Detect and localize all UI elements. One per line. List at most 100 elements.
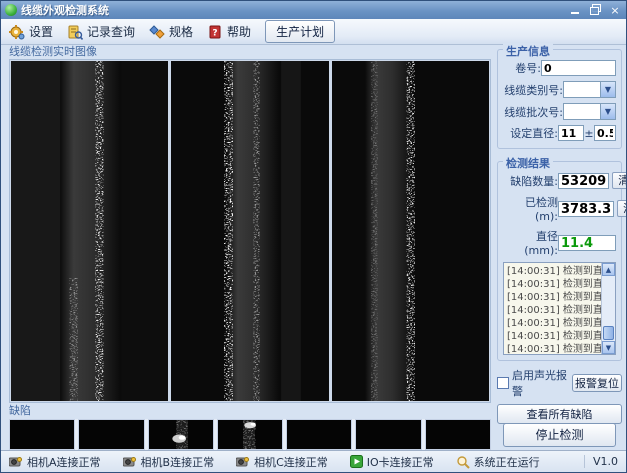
app-icon (5, 4, 17, 16)
log-scrollbar[interactable]: ▲ ▼ (601, 263, 615, 354)
log-entry: [14:00:31] 检测到直径不合格 (507, 330, 599, 343)
defect-count-value: 53209 (558, 173, 609, 189)
help-label: 帮助 (227, 23, 251, 40)
view-all-defects-button[interactable]: 查看所有缺陷 (497, 404, 622, 424)
live-image-label: 线缆检测实时图像 (9, 46, 491, 59)
detection-log[interactable]: [14:00:31] 检测到直径不合格 [14:00:31] 检测到直径不合格 … (503, 262, 616, 355)
defect-thumbnail[interactable] (78, 419, 144, 450)
camera-a-status-text: 相机A连接正常 (27, 454, 101, 470)
camera-b-status: 相机B连接正常 (123, 454, 215, 470)
defect-thumbnail[interactable] (286, 419, 352, 450)
log-entry: [14:00:31] 检测到直径不合格 (507, 278, 599, 291)
alarm-controls-row: 启用声光报警 报警复位 (497, 367, 622, 399)
defect-thumbnail[interactable] (425, 419, 491, 450)
production-info-group: 生产信息 卷号: 线缆类别号: ▼ 线缆批次号: ▼ (497, 49, 622, 149)
system-running-status-text: 系统正在运行 (474, 454, 540, 470)
set-diameter-input[interactable] (558, 125, 584, 141)
cable-batch-select[interactable]: ▼ (563, 103, 616, 120)
camera-c-status: 相机C连接正常 (236, 454, 328, 470)
settings-icon (9, 24, 25, 40)
log-entry: [14:00:31] 检测到直径不合格 (507, 317, 599, 330)
tolerance-input[interactable] (594, 125, 616, 141)
camera-view-a (11, 61, 168, 401)
clear-defect-count-button[interactable]: 清零 (612, 172, 627, 189)
defect-thumbnail[interactable] (355, 419, 421, 450)
alarm-checkbox[interactable] (497, 377, 509, 389)
version-text: V1.0 (584, 455, 618, 468)
defect-count-label: 缺陷数量: (503, 173, 558, 189)
detection-result-title: 检测结果 (503, 155, 553, 171)
detection-result-group: 检测结果 缺陷数量: 53209 清零 已检测(m): 3783.3 清零 直径… (497, 161, 622, 361)
side-panel: 生产信息 卷号: 线缆类别号: ▼ 线缆批次号: ▼ (497, 46, 622, 449)
defect-thumbnail[interactable] (148, 419, 214, 450)
search-icon (456, 455, 470, 469)
detected-length-value: 3783.3 (558, 201, 614, 217)
title-bar: 线缆外观检测系统 × (1, 1, 626, 19)
cable-category-value (564, 82, 600, 97)
defect-thumbnails (9, 419, 491, 450)
chevron-down-icon[interactable]: ▼ (600, 104, 615, 119)
settings-label: 设置 (29, 23, 53, 40)
alarm-reset-button[interactable]: 报警复位 (572, 374, 622, 392)
client-area: 线缆检测实时图像 (1, 46, 626, 449)
camera-a-status: 相机A连接正常 (9, 454, 101, 470)
spec-icon (149, 24, 165, 40)
help-button[interactable]: ? 帮助 (207, 23, 251, 40)
record-query-button[interactable]: 记录查询 (67, 23, 135, 40)
set-diameter-label: 设定直径: (503, 125, 558, 141)
cable-batch-label: 线缆批次号: (503, 104, 563, 120)
cable-category-label: 线缆类别号: (503, 82, 563, 98)
clear-detected-length-button[interactable]: 清零 (617, 200, 627, 217)
log-entry: [14:00:31] 检测到直径不合格 (507, 265, 599, 278)
app-window: 线缆外观检测系统 × 设置 记录查询 (0, 0, 627, 473)
system-running-status: 系统正在运行 (456, 454, 540, 470)
record-query-icon (67, 24, 83, 40)
detected-length-label: 已检测(m): (503, 194, 558, 223)
spec-label: 规格 (169, 23, 193, 40)
plus-minus-sign: ± (584, 127, 594, 140)
camera-icon (236, 456, 250, 468)
cable-category-select[interactable]: ▼ (563, 81, 616, 98)
io-card-icon (350, 455, 363, 468)
record-query-label: 记录查询 (87, 23, 135, 40)
svg-text:?: ? (212, 28, 217, 38)
cable-batch-value (564, 104, 600, 119)
roll-number-label: 卷号: (503, 60, 541, 76)
production-plan-button[interactable]: 生产计划 (265, 20, 335, 43)
camera-views (9, 59, 491, 403)
chevron-down-icon[interactable]: ▼ (600, 82, 615, 97)
camera-icon (9, 456, 23, 468)
camera-c-status-text: 相机C连接正常 (254, 454, 328, 470)
camera-icon (123, 456, 137, 468)
camera-b-status-text: 相机B连接正常 (141, 454, 215, 470)
scroll-up-icon[interactable]: ▲ (602, 263, 615, 276)
log-entry: [14:00:31] 检测到直径不合格 (507, 291, 599, 304)
window-title: 线缆外观检测系统 (21, 2, 109, 18)
camera-view-b (171, 61, 328, 401)
io-card-status-text: IO卡连接正常 (367, 454, 434, 470)
log-entry: [14:00:31] 检测到直径不合格 (507, 304, 599, 317)
camera-view-c (332, 61, 489, 401)
alarm-checkbox-label: 启用声光报警 (512, 367, 572, 399)
io-card-status: IO卡连接正常 (350, 454, 434, 470)
diameter-value: 11.4 (558, 235, 616, 251)
log-entry: [14:00:31] 检测到直径不合格 (507, 343, 599, 355)
stop-detection-button[interactable]: 停止检测 (503, 423, 616, 447)
toolbar: 设置 记录查询 规格 ? 帮助 生产计划 (1, 19, 626, 45)
settings-button[interactable]: 设置 (9, 23, 53, 40)
live-view-area: 线缆检测实时图像 (9, 46, 491, 449)
defect-strip-label: 缺陷 (9, 405, 491, 418)
defect-thumbnail[interactable] (217, 419, 283, 450)
help-icon: ? (207, 24, 223, 40)
restore-icon[interactable] (588, 4, 602, 17)
roll-number-input[interactable] (541, 60, 616, 76)
spec-button[interactable]: 规格 (149, 23, 193, 40)
close-icon[interactable]: × (608, 4, 622, 17)
scroll-down-icon[interactable]: ▼ (602, 341, 615, 354)
production-info-title: 生产信息 (503, 43, 553, 59)
scrollbar-thumb[interactable] (603, 326, 614, 340)
status-bar: 相机A连接正常 相机B连接正常 相机C连接正常 IO卡连接正常 (1, 450, 626, 472)
minimize-icon[interactable] (568, 4, 582, 17)
defect-thumbnail[interactable] (9, 419, 75, 450)
diameter-label: 直径(mm): (503, 228, 558, 257)
